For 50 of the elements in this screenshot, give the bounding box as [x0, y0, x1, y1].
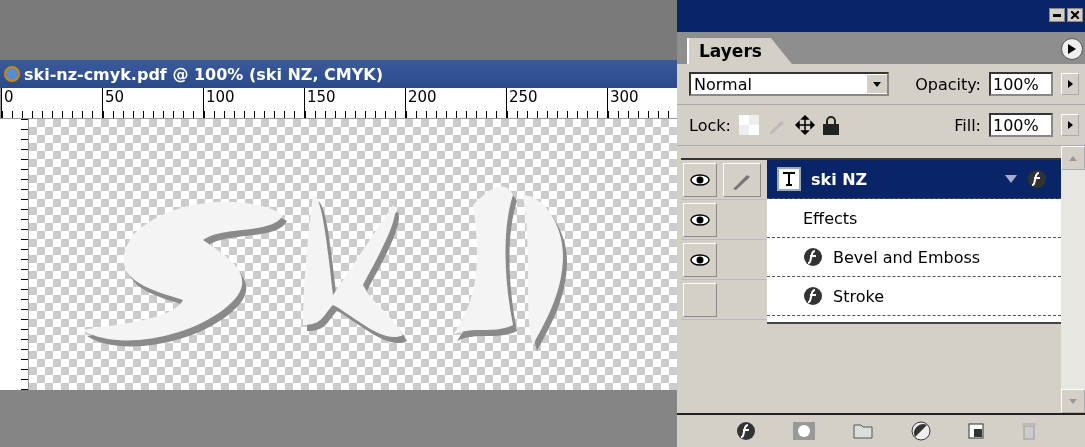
- move-icon[interactable]: [794, 115, 815, 135]
- minimize-icon: [1053, 13, 1061, 17]
- folder-icon: [853, 423, 874, 439]
- visibility-toggle[interactable]: [683, 162, 717, 197]
- new-layer-button[interactable]: [968, 423, 985, 439]
- up-arrow-icon: [1069, 155, 1077, 161]
- effects-icon: [803, 286, 823, 306]
- layers-tab[interactable]: Layers: [687, 38, 792, 64]
- down-arrow-icon: [1069, 398, 1077, 404]
- trash-icon: [1022, 422, 1037, 440]
- effects-icon: [1027, 169, 1047, 189]
- fill-field[interactable]: 100%: [989, 113, 1053, 137]
- layer-list-item[interactable]: ski NZ: [767, 160, 1061, 199]
- close-button[interactable]: [1067, 8, 1083, 22]
- document-title: ski-nz-cmyk.pdf @ 100% (ski NZ, CMYK): [24, 64, 384, 84]
- eye-icon[interactable]: [690, 253, 710, 266]
- close-icon: [1071, 11, 1079, 19]
- fill-label: Fill:: [954, 115, 981, 135]
- padlock-icon[interactable]: [822, 115, 839, 135]
- visibility-toggle[interactable]: [683, 242, 717, 277]
- brush-toggle[interactable]: [723, 162, 761, 197]
- panel-menu-button[interactable]: [1061, 38, 1083, 60]
- text-layer-icon: [777, 167, 801, 191]
- lock-label: Lock:: [689, 115, 731, 135]
- add-mask-button[interactable]: [793, 422, 816, 440]
- blend-mode-dropdown[interactable]: Normal: [689, 72, 889, 96]
- opacity-field[interactable]: 100%: [989, 72, 1053, 96]
- visibility-toggle[interactable]: [683, 202, 717, 237]
- adjustment-layer-button[interactable]: [910, 421, 931, 441]
- opacity-slider-button[interactable]: [1061, 73, 1079, 95]
- visibility-toggle[interactable]: [683, 282, 717, 317]
- mask-icon: [793, 422, 816, 440]
- scroll-up-button[interactable]: [1061, 146, 1085, 170]
- add-layer-style-button[interactable]: [735, 421, 756, 441]
- play-icon: [1067, 80, 1073, 88]
- caret-icon: [1005, 175, 1017, 183]
- eye-icon[interactable]: [690, 173, 710, 186]
- opacity-label: Opacity:: [915, 74, 981, 94]
- minimize-button[interactable]: [1049, 8, 1065, 22]
- play-icon: [1067, 121, 1073, 129]
- scroll-down-button[interactable]: [1061, 389, 1085, 413]
- half-circle-icon: [910, 421, 931, 441]
- effects-icon: [735, 421, 756, 441]
- new-page-icon: [968, 423, 985, 439]
- document-icon: [4, 66, 20, 82]
- eye-icon[interactable]: [690, 213, 710, 226]
- fill-slider-button[interactable]: [1061, 114, 1079, 136]
- effects-icon: [803, 247, 823, 267]
- scrollbar[interactable]: [1061, 146, 1085, 413]
- play-icon: [1068, 44, 1076, 54]
